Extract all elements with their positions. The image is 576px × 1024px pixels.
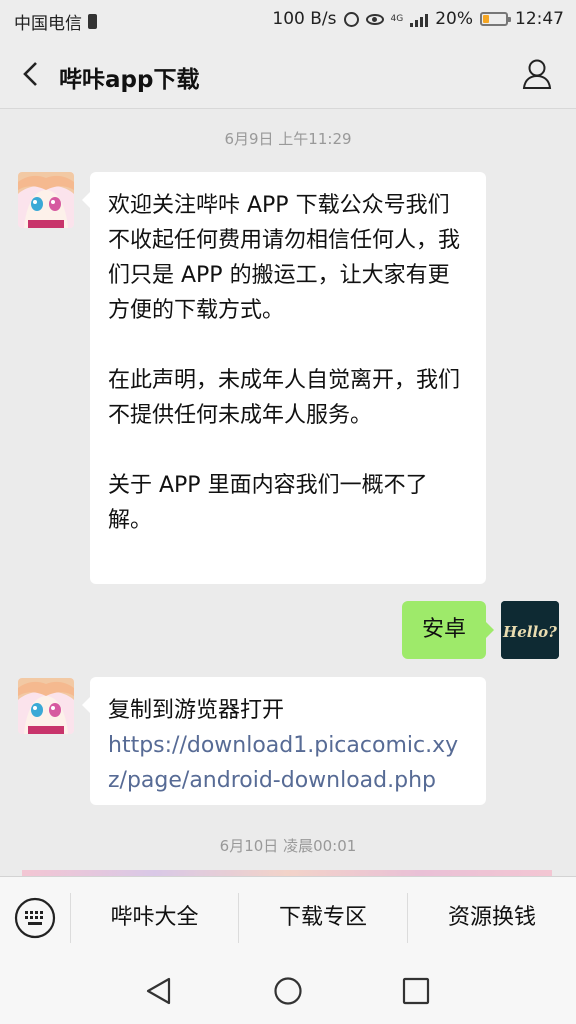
timestamp: 6月9日 上午11:29 — [224, 130, 352, 148]
square-recent-icon[interactable] — [400, 975, 432, 1007]
sim-card-icon — [88, 14, 97, 29]
eye-comfort-icon — [365, 13, 384, 25]
download-link[interactable]: https://download1.picacomic.xyz/page/and… — [108, 733, 458, 793]
person-icon[interactable] — [522, 58, 552, 90]
clock: 12:47 — [515, 9, 564, 29]
chevron-left-icon[interactable] — [18, 60, 44, 88]
battery-icon — [480, 12, 511, 26]
android-nav-bar — [0, 958, 576, 1024]
message-bubble[interactable]: 欢迎关注哔咔 APP 下载公众号我们不收起任何费用请勿相信任何人，我们只是 AP… — [82, 172, 486, 584]
alarm-icon — [343, 11, 359, 27]
menu-item-download-zone[interactable]: 下载专区 — [239, 877, 407, 959]
message-paragraph: 在此声明，未成年人自觉离开，我们不提供任何未成年人服务。 — [108, 368, 461, 428]
page-title: 哔咔app下载 — [59, 67, 200, 93]
menu-item-picacomic-list[interactable]: 哔咔大全 — [71, 877, 238, 959]
status-bar: 中国电信 100 B/s 4G 20% 12:47 — [0, 0, 576, 40]
timestamp: 6月10日 凌晨00:01 — [219, 837, 357, 855]
message-bubble[interactable]: 复制到游览器打开 https://download1.picacomic.xyz… — [82, 677, 486, 805]
message-text: 复制到游览器打开 — [108, 698, 285, 723]
official-account-avatar[interactable] — [18, 678, 74, 734]
keyboard-icon[interactable] — [14, 897, 56, 939]
anime-avatar-icon — [18, 172, 74, 228]
carrier-name: 中国电信 — [14, 14, 82, 34]
user-avatar[interactable]: Hello? — [501, 601, 559, 659]
official-account-avatar[interactable] — [18, 172, 74, 228]
circle-home-icon[interactable] — [272, 975, 304, 1007]
chat-area[interactable]: 6月9日 上午11:29 欢迎关注哔咔 APP 下载公众号我们不收起任何费用请勿… — [0, 108, 576, 876]
anime-avatar-icon — [18, 678, 74, 734]
network-type-icon: 4G — [390, 13, 404, 24]
triangle-back-icon[interactable] — [143, 975, 175, 1007]
battery-percent: 20% — [435, 9, 473, 29]
menu-item-resource-exchange[interactable]: 资源换钱 — [408, 877, 576, 959]
user-avatar-text: Hello? — [502, 623, 557, 641]
message-paragraph: 欢迎关注哔咔 APP 下载公众号我们不收起任何费用请勿相信任何人，我们只是 AP… — [108, 193, 461, 323]
custom-menu-bar: 哔咔大全 下载专区 资源换钱 — [0, 876, 576, 959]
chat-header: 哔咔app下载 — [0, 40, 576, 109]
signal-icon — [410, 12, 429, 27]
outgoing-message-bubble[interactable]: 安卓 — [402, 601, 494, 659]
net-speed: 100 B/s — [272, 9, 337, 29]
hello-avatar-icon: Hello? — [501, 601, 559, 659]
message-paragraph: 关于 APP 里面内容我们一概不了解。 — [108, 473, 428, 533]
